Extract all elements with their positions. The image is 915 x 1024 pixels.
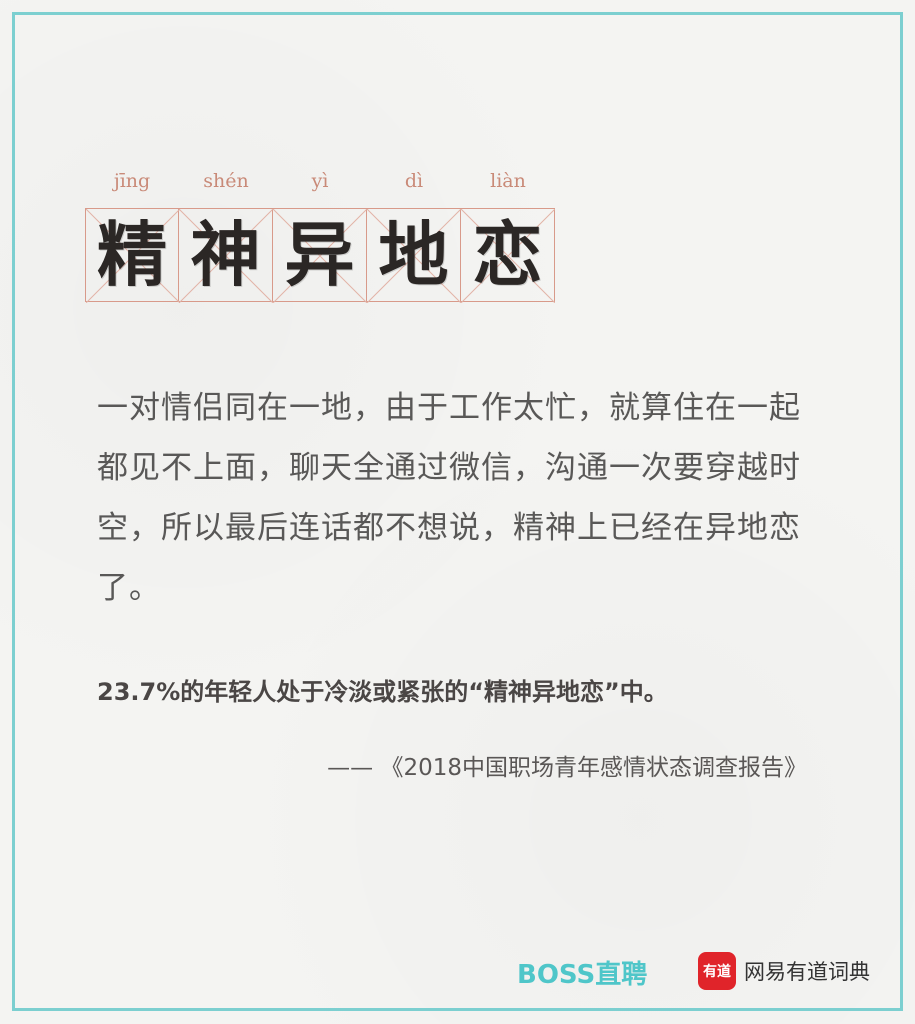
pinyin-2: shén xyxy=(203,170,249,192)
youdao-brand: 有道 网易有道词典 xyxy=(698,952,870,990)
source-citation: —— 《2018中国职场青年感情状态调查报告》 xyxy=(327,755,807,781)
statistic-line: 23.7%的年轻人处于冷淡或紧张的“精神异地恋”中。 xyxy=(97,678,668,706)
title-char-2: 神 xyxy=(190,213,261,296)
pinyin-5: liàn xyxy=(490,170,526,192)
title-cell-5: 恋 xyxy=(461,208,555,303)
title-cell-1: 精 xyxy=(85,208,180,303)
title-grid: 精 神 异 地 恋 xyxy=(85,208,555,303)
youdao-brand-name: 网易有道词典 xyxy=(744,960,870,984)
title-char-5: 恋 xyxy=(472,213,543,296)
title-cell-4: 地 xyxy=(367,208,461,303)
youdao-logo-icon: 有道 xyxy=(698,952,736,990)
title-cell-3: 异 xyxy=(273,208,367,303)
title-char-3: 异 xyxy=(284,213,355,296)
pinyin-1: jīng xyxy=(113,170,151,192)
pinyin-4: dì xyxy=(404,170,424,192)
definition-paragraph: 一对情侣同在一地，由于工作太忙，就算住在一起都见不上面，聊天全通过微信，沟通一次… xyxy=(97,390,801,606)
pinyin-row: jīng shén yì dì liàn xyxy=(85,170,555,198)
title-char-4: 地 xyxy=(378,213,449,296)
title-char-1: 精 xyxy=(97,213,167,296)
title-cell-2: 神 xyxy=(179,208,273,303)
pinyin-3: yì xyxy=(311,170,329,192)
poster: jīng shén yì dì liàn 精 神 异 地 恋 一对情侣同在一地，… xyxy=(0,0,915,1024)
boss-zhipin-logo: BOSS直聘 xyxy=(517,960,648,990)
